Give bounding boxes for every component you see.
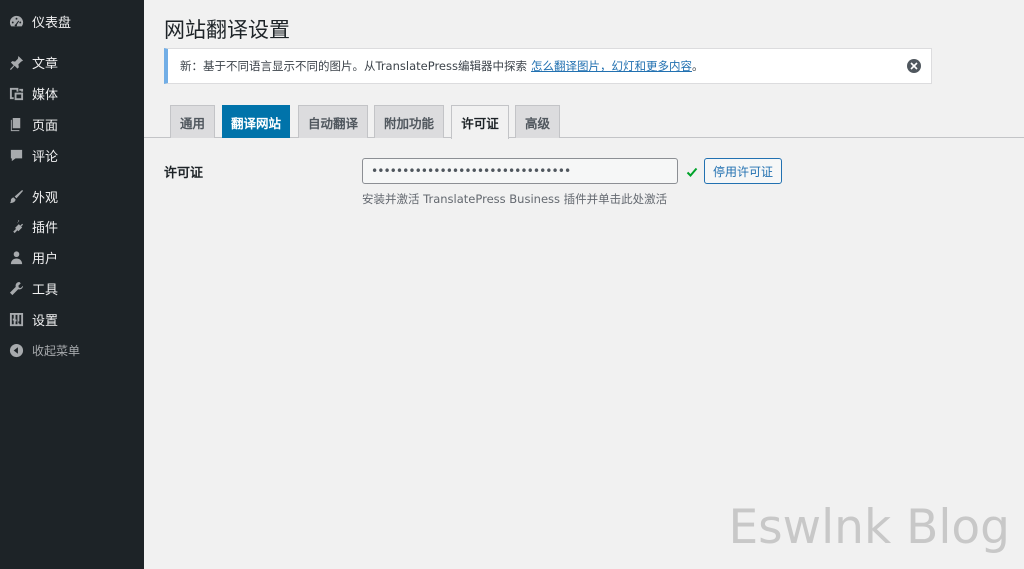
- sidebar-item-label: 设置: [32, 313, 59, 329]
- collapse-icon: [8, 342, 24, 358]
- sidebar-item-label: 评论: [32, 149, 59, 165]
- sidebar-item-label: 工具: [32, 282, 59, 298]
- tab-advanced[interactable]: 高级: [515, 105, 560, 138]
- notice-link[interactable]: 怎么翻译图片，幻灯和更多内容: [531, 58, 692, 74]
- notice-suffix: 。: [691, 59, 704, 73]
- sidebar-item-label: 用户: [32, 251, 59, 267]
- sidebar-item-appearance[interactable]: 外观: [0, 181, 144, 211]
- sidebar-item-label: 媒体: [32, 87, 59, 103]
- wrench-icon: [8, 280, 24, 296]
- watermark: Eswlnk Blog: [728, 500, 1010, 555]
- sidebar-item-label: 收起菜单: [32, 343, 81, 358]
- plugin-icon: [8, 218, 24, 234]
- tab-automatic-translation[interactable]: 自动翻译: [298, 105, 368, 138]
- pin-icon: [8, 54, 24, 70]
- settings-icon: [8, 311, 24, 327]
- tab-addons[interactable]: 附加功能: [374, 105, 444, 138]
- info-notice: 新：基于不同语言显示不同的图片。从TranslatePress编辑器中探索 怎么…: [164, 48, 932, 84]
- deactivate-license-button[interactable]: 停用许可证: [704, 158, 782, 184]
- settings-tabs: 通用 翻译网站 自动翻译 附加功能 许可证 高级: [144, 104, 1024, 139]
- check-icon: [686, 163, 698, 177]
- sidebar-item-tools[interactable]: 工具: [0, 273, 144, 303]
- sidebar-item-dashboard[interactable]: 仪表盘: [0, 6, 144, 36]
- admin-sidebar: 仪表盘 文章 媒体 页面 评论 外观 插件 用户 工具 设置 收起菜单: [0, 0, 144, 569]
- tab-general[interactable]: 通用: [170, 105, 215, 138]
- sidebar-item-comments[interactable]: 评论: [0, 140, 144, 170]
- notice-text: 新：基于不同语言显示不同的图片。从TranslatePress编辑器中探索: [180, 59, 527, 73]
- comment-icon: [8, 147, 24, 163]
- page-title: 网站翻译设置: [164, 18, 290, 42]
- tab-license[interactable]: 许可证: [451, 105, 509, 139]
- sidebar-item-label: 外观: [32, 190, 59, 206]
- sidebar-item-label: 文章: [32, 56, 59, 72]
- media-icon: [8, 85, 24, 101]
- license-label: 许可证: [164, 166, 204, 181]
- sidebar-item-plugins[interactable]: 插件: [0, 211, 144, 241]
- sidebar-item-posts[interactable]: 文章: [0, 47, 144, 77]
- license-description: 安装并激活 TranslatePress Business 插件并单击此处激活: [362, 192, 668, 206]
- dismiss-icon[interactable]: [907, 59, 921, 73]
- sidebar-item-label: 插件: [32, 220, 59, 236]
- dashboard-icon: [8, 13, 24, 29]
- sidebar-item-label: 仪表盘: [32, 15, 72, 31]
- license-key-input[interactable]: [362, 158, 678, 184]
- sidebar-item-users[interactable]: 用户: [0, 242, 144, 272]
- page-icon: [8, 116, 24, 132]
- sidebar-item-media[interactable]: 媒体: [0, 78, 144, 108]
- user-icon: [8, 249, 24, 265]
- tab-translate-site[interactable]: 翻译网站: [222, 105, 290, 138]
- main-content: 网站翻译设置 新：基于不同语言显示不同的图片。从TranslatePress编辑…: [144, 0, 1024, 569]
- brush-icon: [8, 188, 24, 204]
- sidebar-item-settings[interactable]: 设置: [0, 304, 144, 334]
- sidebar-collapse-menu[interactable]: 收起菜单: [0, 335, 144, 365]
- sidebar-item-label: 页面: [32, 118, 59, 134]
- sidebar-item-pages[interactable]: 页面: [0, 109, 144, 139]
